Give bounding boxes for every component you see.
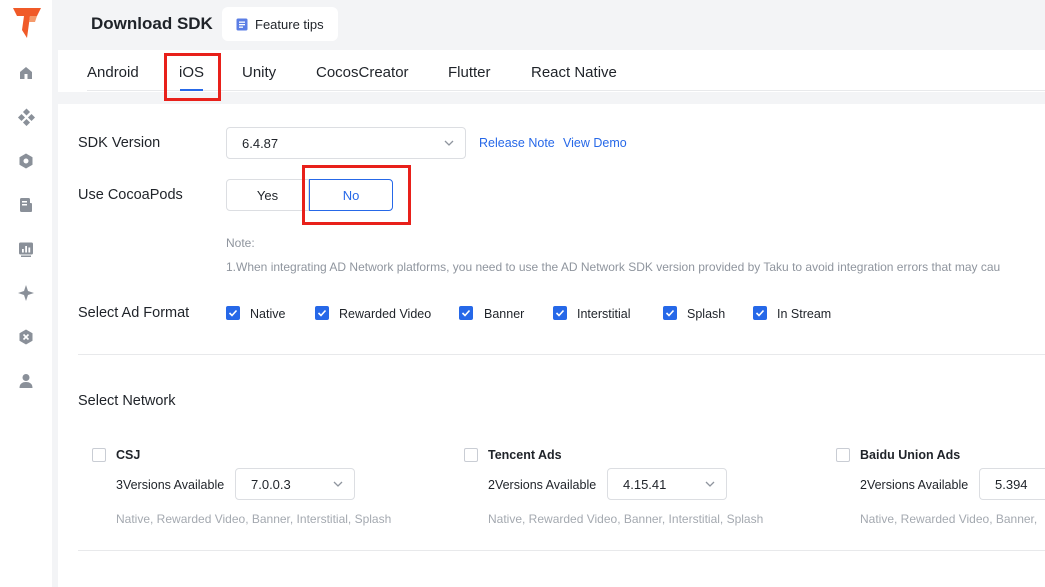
note-text: 1.When integrating AD Network platforms,… bbox=[226, 260, 1001, 274]
document-icon bbox=[236, 18, 248, 30]
feature-tips-label: Feature tips bbox=[255, 16, 324, 32]
sdk-version-select[interactable]: 6.4.87 bbox=[226, 127, 466, 159]
view-demo-link[interactable]: View Demo bbox=[563, 136, 627, 150]
report-icon[interactable] bbox=[16, 239, 36, 259]
checkbox-banner[interactable] bbox=[459, 306, 473, 320]
apps-icon[interactable] bbox=[16, 107, 36, 127]
sparkle-icon[interactable] bbox=[16, 283, 36, 303]
ad-format-label-rewarded-video: Rewarded Video bbox=[339, 307, 432, 321]
document-icon[interactable] bbox=[16, 195, 36, 215]
checkbox-splash[interactable] bbox=[663, 306, 677, 320]
cocoapods-yes-button[interactable]: Yes bbox=[226, 179, 309, 211]
checkbox-rewarded-video[interactable] bbox=[315, 306, 329, 320]
network-icon[interactable] bbox=[16, 327, 36, 347]
ad-format-label-interstitial: Interstitial bbox=[577, 307, 631, 321]
network-versions-available: 2Versions Available bbox=[860, 478, 969, 492]
checkbox-in-stream[interactable] bbox=[753, 306, 767, 320]
tabs-divider bbox=[87, 90, 1045, 91]
feature-tips-button[interactable]: Feature tips bbox=[222, 7, 338, 41]
tab-flutter[interactable]: Flutter bbox=[448, 64, 491, 81]
network-versions-available: 2Versions Available bbox=[488, 478, 597, 492]
network-version-select[interactable]: 5.394 bbox=[979, 468, 1045, 500]
tab-android[interactable]: Android bbox=[87, 64, 139, 81]
home-icon[interactable] bbox=[16, 63, 36, 83]
network-version-value: 4.15.41 bbox=[623, 476, 667, 492]
checkbox-network-csj[interactable] bbox=[92, 448, 106, 462]
network-formats: Native, Rewarded Video, Banner, Intersti… bbox=[488, 512, 764, 526]
network-name: Tencent Ads bbox=[488, 448, 562, 462]
settings-icon[interactable] bbox=[16, 151, 36, 171]
sdk-version-value: 6.4.87 bbox=[242, 135, 279, 151]
network-version-select[interactable]: 4.15.41 bbox=[607, 468, 727, 500]
ad-format-label-native: Native bbox=[250, 307, 286, 321]
no-option-highlight bbox=[302, 165, 411, 225]
network-version-value: 7.0.0.3 bbox=[251, 476, 291, 492]
ad-format-label-banner: Banner bbox=[484, 307, 525, 321]
network-formats: Native, Rewarded Video, Banner, Intersti… bbox=[116, 512, 392, 526]
checkbox-network-baidu-union-ads[interactable] bbox=[836, 448, 850, 462]
section-divider bbox=[78, 354, 1045, 355]
select-network-label: Select Network bbox=[78, 393, 176, 409]
ad-format-label-splash: Splash bbox=[687, 307, 726, 321]
note-title: Note: bbox=[226, 236, 255, 250]
network-name: Baidu Union Ads bbox=[860, 448, 961, 462]
network-name: CSJ bbox=[116, 448, 141, 462]
checkbox-interstitial[interactable] bbox=[553, 306, 567, 320]
ad-format-label: Select Ad Format bbox=[78, 305, 190, 321]
chevron-down-icon bbox=[333, 481, 343, 487]
tab-unity[interactable]: Unity bbox=[242, 64, 276, 81]
section-divider bbox=[78, 550, 1045, 551]
cocoapods-label: Use CocoaPods bbox=[78, 187, 183, 203]
sidebar bbox=[0, 0, 52, 587]
header: Download SDK Feature tips bbox=[52, 0, 1045, 48]
checkbox-native[interactable] bbox=[226, 306, 240, 320]
ad-format-label-in-stream: In Stream bbox=[777, 307, 832, 321]
tab-react-native[interactable]: React Native bbox=[531, 64, 617, 81]
network-version-value: 5.394 bbox=[995, 476, 1028, 492]
sdk-config-panel: SDK Version 6.4.87 Release Note View Dem… bbox=[58, 104, 1045, 587]
network-formats: Native, Rewarded Video, Banner, bbox=[860, 512, 1038, 526]
page-title: Download SDK bbox=[91, 14, 213, 33]
chevron-down-icon bbox=[705, 481, 715, 487]
chevron-down-icon bbox=[444, 140, 454, 146]
brand-logo[interactable] bbox=[13, 8, 41, 38]
network-versions-available: 3Versions Available bbox=[116, 478, 225, 492]
checkbox-network-tencent-ads[interactable] bbox=[464, 448, 478, 462]
ios-tab-highlight bbox=[164, 53, 221, 101]
tab-cocoscreator[interactable]: CocosCreator bbox=[316, 64, 409, 81]
user-icon[interactable] bbox=[16, 371, 36, 391]
release-note-link[interactable]: Release Note bbox=[479, 136, 555, 150]
network-version-select[interactable]: 7.0.0.3 bbox=[235, 468, 355, 500]
sdk-version-label: SDK Version bbox=[78, 135, 161, 151]
